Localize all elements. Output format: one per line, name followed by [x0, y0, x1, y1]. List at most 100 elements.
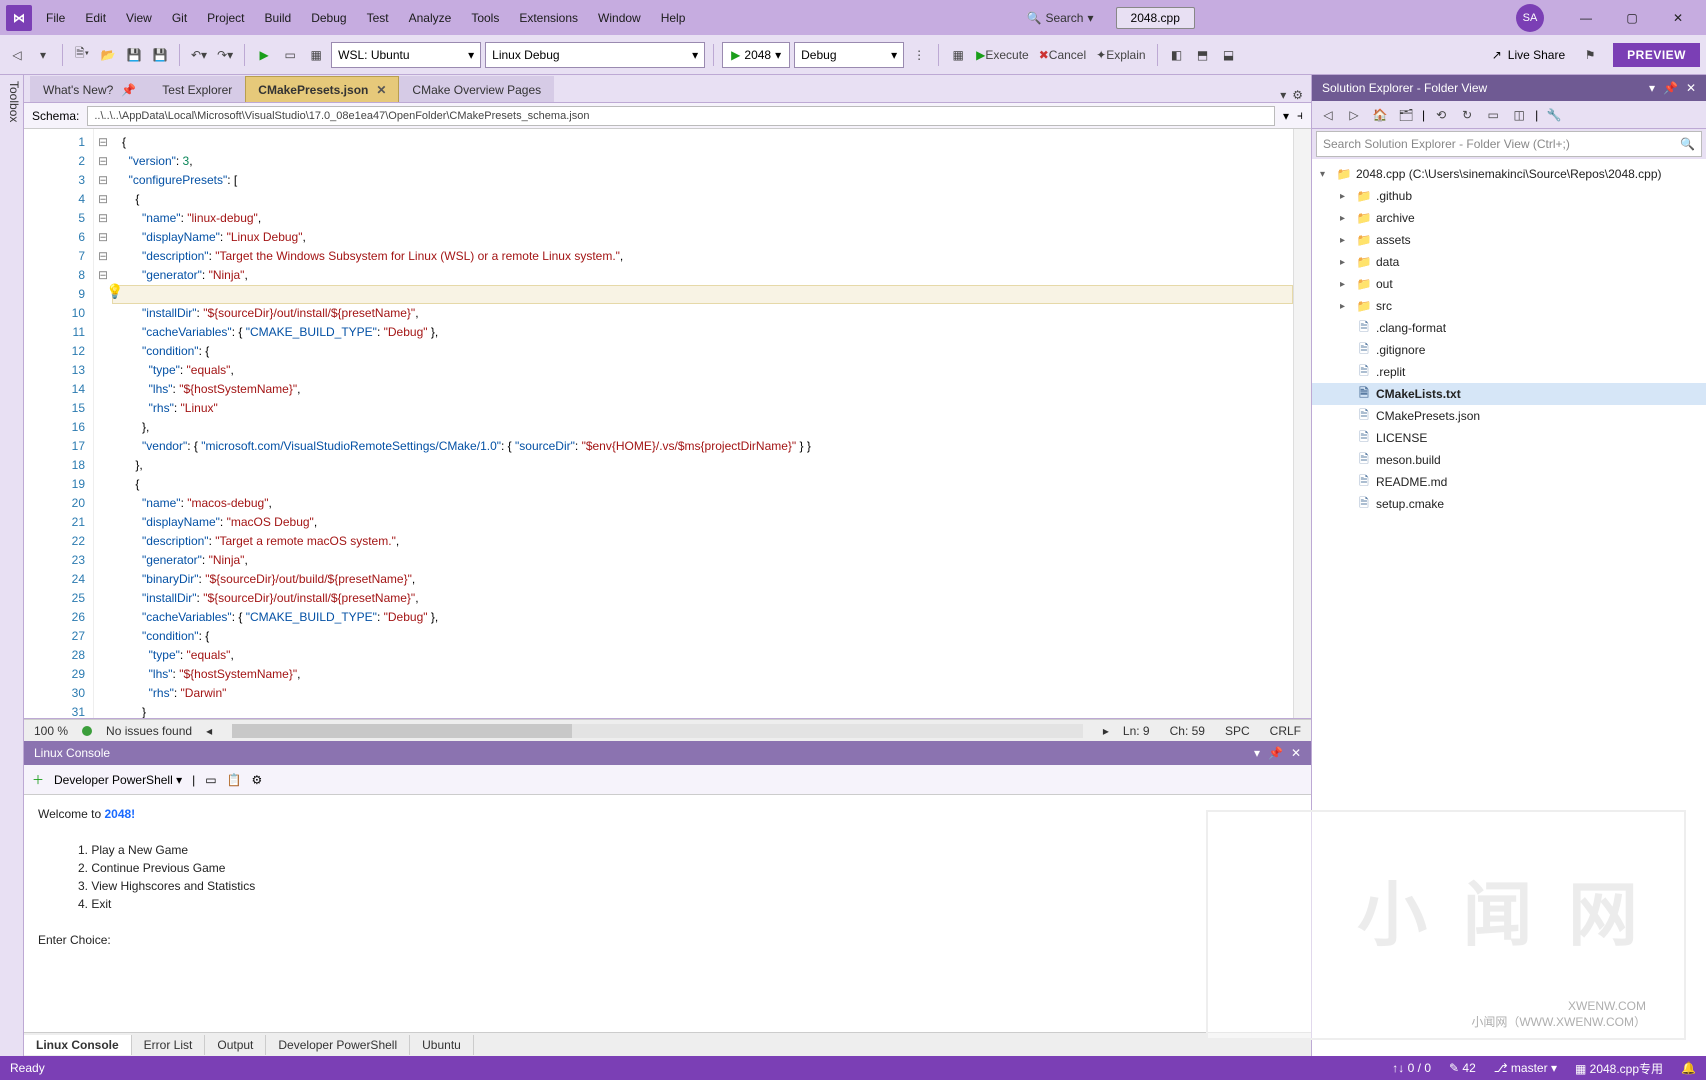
tree-folder[interactable]: ▸📁archive — [1312, 207, 1706, 229]
zoom-level[interactable]: 100 % — [34, 724, 68, 738]
menu-tools[interactable]: Tools — [461, 7, 509, 29]
errors-count[interactable]: ↑↓ 0 / 0 — [1392, 1061, 1431, 1075]
tree-file[interactable]: 🗎LICENSE — [1312, 427, 1706, 449]
maximize-button[interactable]: ▢ — [1610, 3, 1654, 33]
output-tab[interactable]: Developer PowerShell — [266, 1035, 410, 1055]
schema-dropdown-icon[interactable]: ▾ — [1283, 109, 1289, 123]
redo-icon[interactable]: ↷▾ — [214, 43, 236, 67]
nav-fwd-icon[interactable]: ▾ — [32, 43, 54, 67]
warnings-count[interactable]: ✎ 42 — [1449, 1061, 1476, 1075]
doc-tab[interactable]: CMakePresets.json ✕ — [245, 76, 399, 102]
menu-git[interactable]: Git — [162, 7, 197, 29]
toolbox-panel-tab[interactable]: Toolbox — [0, 75, 24, 1056]
tree-file[interactable]: 🗎.clang-format — [1312, 317, 1706, 339]
nav-back-icon[interactable]: ◁ — [6, 43, 28, 67]
feedback-icon[interactable]: ⚑ — [1579, 43, 1601, 67]
start-icon[interactable]: ▶ — [253, 43, 275, 67]
new-terminal-icon[interactable]: ＋ — [32, 771, 44, 788]
schema-path-input[interactable] — [87, 106, 1275, 126]
save-all-icon[interactable]: 💾 — [149, 43, 171, 67]
tree-folder[interactable]: ▸📁out — [1312, 273, 1706, 295]
close-icon[interactable]: ✕ — [1291, 746, 1301, 760]
tab-overflow-icon[interactable]: ▾ — [1280, 88, 1286, 102]
menu-window[interactable]: Window — [588, 7, 651, 29]
output-tab[interactable]: Error List — [132, 1035, 206, 1055]
git-branch[interactable]: ⎇ master ▾ — [1494, 1061, 1557, 1075]
config-combo[interactable]: Linux Debug▾ — [485, 42, 705, 68]
tree-file[interactable]: 🗎setup.cmake — [1312, 493, 1706, 515]
output-tab[interactable]: Output — [205, 1035, 266, 1055]
hscroll-left-icon[interactable]: ◂ — [206, 724, 212, 738]
refresh-icon[interactable]: ↻ — [1457, 105, 1477, 125]
execute-button[interactable]: ▶ Execute — [973, 43, 1032, 67]
tree-file[interactable]: 🗎.gitignore — [1312, 339, 1706, 361]
window-pos-icon[interactable]: ▾ — [1649, 81, 1655, 95]
tree-file[interactable]: 🗎meson.build — [1312, 449, 1706, 471]
debug-target-button[interactable]: ▶2048▾ — [722, 42, 790, 68]
collapse-icon[interactable]: ▭ — [1483, 105, 1503, 125]
code-editor[interactable]: 💡 12345678910111213141516171819202122232… — [24, 129, 1311, 719]
tree-folder[interactable]: ▸📁.github — [1312, 185, 1706, 207]
split-icon[interactable]: ⫞ — [1297, 108, 1303, 123]
switch-view-icon[interactable]: 🗂 — [1396, 105, 1416, 125]
menu-edit[interactable]: Edit — [75, 7, 116, 29]
overflow-icon[interactable]: ⋮ — [908, 43, 930, 67]
pin-icon[interactable]: 📌 — [121, 83, 136, 97]
minimize-button[interactable]: — — [1564, 3, 1608, 33]
cancel-button[interactable]: ✖ Cancel — [1036, 43, 1089, 67]
editor-hscrollbar[interactable] — [232, 724, 1083, 738]
open-icon[interactable]: 📂 — [97, 43, 119, 67]
solution-search-input[interactable]: Search Solution Explorer - Folder View (… — [1316, 131, 1702, 157]
menu-extensions[interactable]: Extensions — [509, 7, 588, 29]
notifications-icon[interactable]: 🔔 — [1681, 1061, 1696, 1075]
console-output[interactable]: Welcome to 2048!1. Play a New Game2. Con… — [24, 795, 1311, 1032]
lightbulb-icon[interactable]: 💡 — [106, 283, 123, 300]
solution-tree[interactable]: ▾📁2048.cpp (C:\Users\sinemakinci\Source\… — [1312, 159, 1706, 1056]
hscroll-right-icon[interactable]: ▸ — [1103, 724, 1109, 738]
shell-selector[interactable]: Developer PowerShell ▾ — [54, 773, 182, 787]
editor-vscrollbar[interactable] — [1293, 129, 1311, 718]
user-avatar[interactable]: SA — [1516, 4, 1544, 32]
tree-file[interactable]: 🗎CMakePresets.json — [1312, 405, 1706, 427]
save-icon[interactable]: 💾 — [123, 43, 145, 67]
live-share-button[interactable]: ↗Live Share — [1482, 48, 1575, 62]
menu-help[interactable]: Help — [651, 7, 696, 29]
grid-icon[interactable]: ▦ — [947, 43, 969, 67]
sync-icon[interactable]: ⟲ — [1431, 105, 1451, 125]
tool-icon-1[interactable]: ◧ — [1166, 43, 1188, 67]
home-icon[interactable]: 🏠 — [1370, 105, 1390, 125]
close-icon[interactable]: ✕ — [1686, 81, 1696, 95]
tree-file[interactable]: 🗎CMakeLists.txt — [1312, 383, 1706, 405]
target-list-icon[interactable]: ▦ — [305, 43, 327, 67]
show-all-icon[interactable]: ◫ — [1509, 105, 1529, 125]
explain-button[interactable]: ✦ Explain — [1093, 43, 1148, 67]
pin-icon[interactable]: 📌 — [1268, 746, 1283, 760]
output-tab[interactable]: Ubuntu — [410, 1035, 474, 1055]
menu-file[interactable]: File — [36, 7, 75, 29]
console-settings-icon[interactable]: ⚙ — [252, 773, 263, 787]
active-file[interactable]: ▦ 2048.cpp专用 — [1575, 1060, 1663, 1077]
menu-view[interactable]: View — [116, 7, 162, 29]
tool-icon-3[interactable]: ⬓ — [1218, 43, 1240, 67]
properties-icon[interactable]: 🔧 — [1544, 105, 1564, 125]
tree-root[interactable]: ▾📁2048.cpp (C:\Users\sinemakinci\Source\… — [1312, 163, 1706, 185]
platform-combo[interactable]: WSL: Ubuntu▾ — [331, 42, 481, 68]
close-icon[interactable]: ✕ — [376, 83, 386, 97]
menu-build[interactable]: Build — [255, 7, 302, 29]
undo-icon[interactable]: ↶▾ — [188, 43, 210, 67]
issues-text[interactable]: No issues found — [106, 724, 192, 738]
tree-folder[interactable]: ▸📁data — [1312, 251, 1706, 273]
console-tool-1-icon[interactable]: ▭ — [205, 773, 216, 787]
menu-project[interactable]: Project — [197, 7, 254, 29]
tab-settings-icon[interactable]: ⚙ — [1292, 88, 1303, 102]
output-tab[interactable]: Linux Console — [24, 1035, 132, 1055]
tree-folder[interactable]: ▸📁assets — [1312, 229, 1706, 251]
attach-icon[interactable]: ▭ — [279, 43, 301, 67]
close-button[interactable]: ✕ — [1656, 3, 1700, 33]
doc-tab[interactable]: What's New? 📌 — [30, 76, 149, 102]
search-box[interactable]: 🔍 Search ▾ — [1017, 9, 1104, 27]
menu-debug[interactable]: Debug — [301, 7, 356, 29]
menu-analyze[interactable]: Analyze — [399, 7, 462, 29]
doc-tab[interactable]: Test Explorer — [149, 76, 245, 102]
menu-test[interactable]: Test — [357, 7, 399, 29]
